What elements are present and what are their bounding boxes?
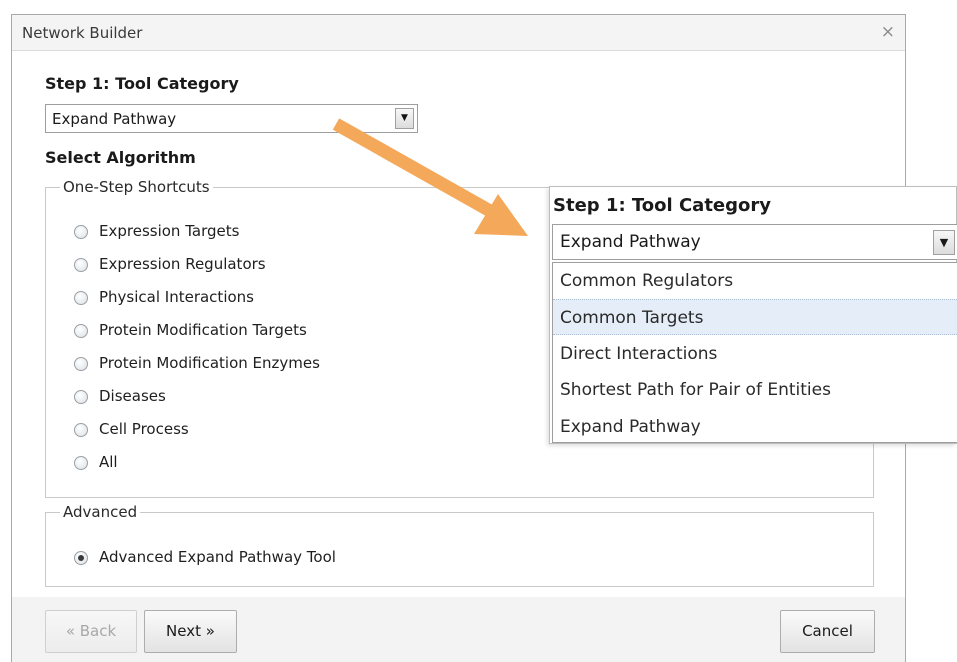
radio-label: Cell Process [99, 420, 189, 438]
close-icon[interactable]: × [881, 22, 895, 42]
zoom-step1-heading: Step 1: Tool Category [553, 195, 772, 216]
radio-label: Protein Modification Targets [99, 321, 307, 339]
radio-label: Expression Targets [99, 222, 240, 240]
radio-button[interactable] [74, 357, 88, 371]
dropdown-option[interactable]: Direct Interactions [553, 336, 957, 372]
radio-label: Diseases [99, 387, 166, 405]
zoom-tool-category-select[interactable]: Expand Pathway ▼ [552, 224, 957, 260]
back-button[interactable]: « Back [45, 610, 137, 653]
dropdown-option[interactable]: Common Regulators [553, 263, 957, 299]
title-bar: Network Builder × [12, 15, 905, 51]
callout-arrow-icon [332, 118, 528, 236]
radio-label: Protein Modification Enzymes [99, 354, 320, 372]
cancel-button[interactable]: Cancel [780, 610, 875, 653]
radio-label: Expression Regulators [99, 255, 266, 273]
radio-label: Advanced Expand Pathway Tool [99, 548, 336, 566]
one-step-shortcuts-legend: One-Step Shortcuts [60, 178, 213, 196]
radio-label: Physical Interactions [99, 288, 254, 306]
dialog-footer: « Back Next » Cancel [12, 597, 905, 662]
advanced-group: Advanced Advanced Expand Pathway Tool [45, 503, 874, 587]
radio-button[interactable] [74, 390, 88, 404]
dropdown-option[interactable]: Shortest Path for Pair of Entities [553, 372, 957, 408]
tool-category-value: Expand Pathway [52, 110, 177, 128]
radio-button[interactable] [74, 551, 88, 565]
dropdown-option[interactable]: Expand Pathway [553, 409, 957, 445]
radio-button[interactable] [74, 225, 88, 239]
radio-button[interactable] [74, 456, 88, 470]
step1-heading: Step 1: Tool Category [45, 74, 239, 93]
radio-button[interactable] [74, 291, 88, 305]
zoom-tool-category-value: Expand Pathway [560, 232, 701, 252]
radio-button[interactable] [74, 423, 88, 437]
next-button[interactable]: Next » [144, 610, 237, 653]
dropdown-option[interactable]: Common Targets [553, 299, 957, 336]
tool-category-options-list: Common Regulators Common Targets Direct In… [552, 262, 957, 443]
zoom-chevron-down-icon[interactable]: ▼ [933, 230, 955, 255]
radio-label: All [99, 453, 118, 471]
advanced-legend: Advanced [60, 503, 141, 521]
radio-button[interactable] [74, 258, 88, 272]
zoomed-dropdown-callout: Step 1: Tool Category Expand Pathway ▼ C… [549, 186, 957, 444]
radio-button[interactable] [74, 324, 88, 338]
window-title: Network Builder [22, 24, 143, 42]
select-algorithm-heading: Select Algorithm [45, 148, 196, 167]
